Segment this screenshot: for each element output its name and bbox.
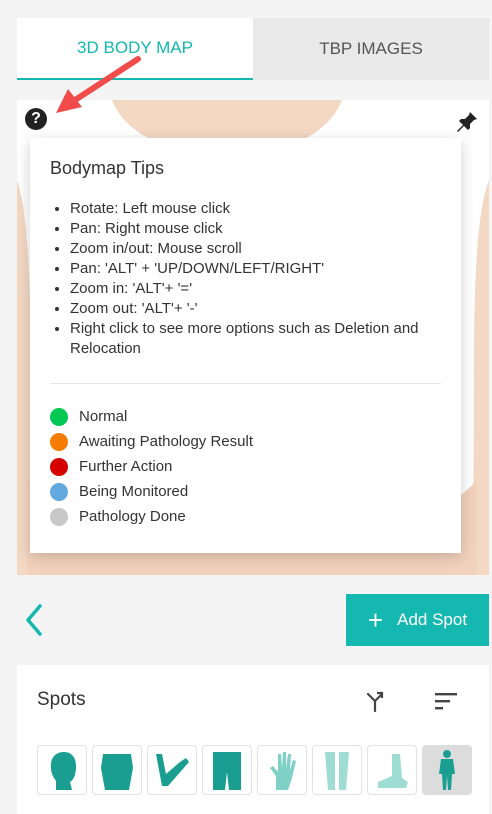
- head-icon: [50, 752, 76, 790]
- body-part-head[interactable]: [37, 745, 87, 795]
- status-dot-icon: [50, 457, 68, 476]
- pelvis-icon: [213, 752, 241, 790]
- tips-list: Rotate: Left mouse click Pan: Right mous…: [50, 199, 441, 359]
- legend-label: Being Monitored: [79, 483, 189, 500]
- tip-item: Pan: Right mouse click: [70, 219, 441, 239]
- status-legend: Normal Awaiting Pathology Result Further…: [50, 404, 441, 529]
- status-dot-icon: [50, 482, 68, 501]
- add-spot-label: Add Spot: [397, 610, 468, 629]
- body-part-filter: [37, 745, 472, 795]
- hand-icon: [270, 752, 296, 790]
- status-dot-icon: [50, 432, 68, 451]
- tip-item: Right click to see more options such as …: [70, 319, 441, 359]
- spots-panel: Spots: [17, 665, 489, 814]
- body-part-torso[interactable]: [92, 745, 142, 795]
- legend-label: Further Action: [79, 458, 173, 475]
- bodymap-tips-popover: Bodymap Tips Rotate: Left mouse click Pa…: [30, 138, 461, 553]
- body-part-foot[interactable]: [367, 745, 417, 795]
- body-part-legs[interactable]: [312, 745, 362, 795]
- body-part-full-body[interactable]: [422, 745, 472, 795]
- legend-item-awaiting: Awaiting Pathology Result: [50, 429, 441, 454]
- legend-item-normal: Normal: [50, 404, 441, 429]
- legend-item-pathology-done: Pathology Done: [50, 504, 441, 529]
- help-icon[interactable]: ?: [25, 108, 47, 130]
- back-chevron-icon[interactable]: [20, 600, 50, 640]
- body-part-hand[interactable]: [257, 745, 307, 795]
- tip-item: Zoom in: 'ALT'+ '=': [70, 279, 441, 299]
- legend-label: Awaiting Pathology Result: [79, 433, 253, 450]
- foot-icon: [378, 754, 408, 788]
- legend-label: Pathology Done: [79, 508, 186, 525]
- torso-icon: [101, 754, 133, 790]
- body-part-arm[interactable]: [147, 745, 197, 795]
- plus-icon: +: [367, 605, 384, 635]
- sort-icon[interactable]: [433, 689, 459, 713]
- divider: [50, 383, 441, 384]
- status-dot-icon: [50, 507, 68, 526]
- body-part-pelvis[interactable]: [202, 745, 252, 795]
- legend-label: Normal: [79, 408, 128, 425]
- spots-title: Spots: [37, 689, 86, 710]
- merge-icon[interactable]: [363, 689, 387, 713]
- annotation-arrow-icon: [56, 56, 141, 113]
- legend-item-monitored: Being Monitored: [50, 479, 441, 504]
- legend-item-further-action: Further Action: [50, 454, 441, 479]
- tip-item: Zoom in/out: Mouse scroll: [70, 239, 441, 259]
- arm-icon: [156, 754, 189, 786]
- tip-item: Rotate: Left mouse click: [70, 199, 441, 219]
- tab-tbp-images[interactable]: TBP IMAGES: [253, 18, 489, 80]
- tip-item: Pan: 'ALT' + 'UP/DOWN/LEFT/RIGHT': [70, 259, 441, 279]
- tips-title: Bodymap Tips: [50, 158, 165, 178]
- pin-icon[interactable]: [455, 110, 479, 134]
- tip-item: Zoom out: 'ALT'+ '-': [70, 299, 441, 319]
- status-dot-icon: [50, 407, 68, 426]
- full-body-icon: [439, 750, 455, 790]
- add-spot-button[interactable]: + Add Spot: [346, 594, 489, 646]
- legs-icon: [325, 752, 349, 790]
